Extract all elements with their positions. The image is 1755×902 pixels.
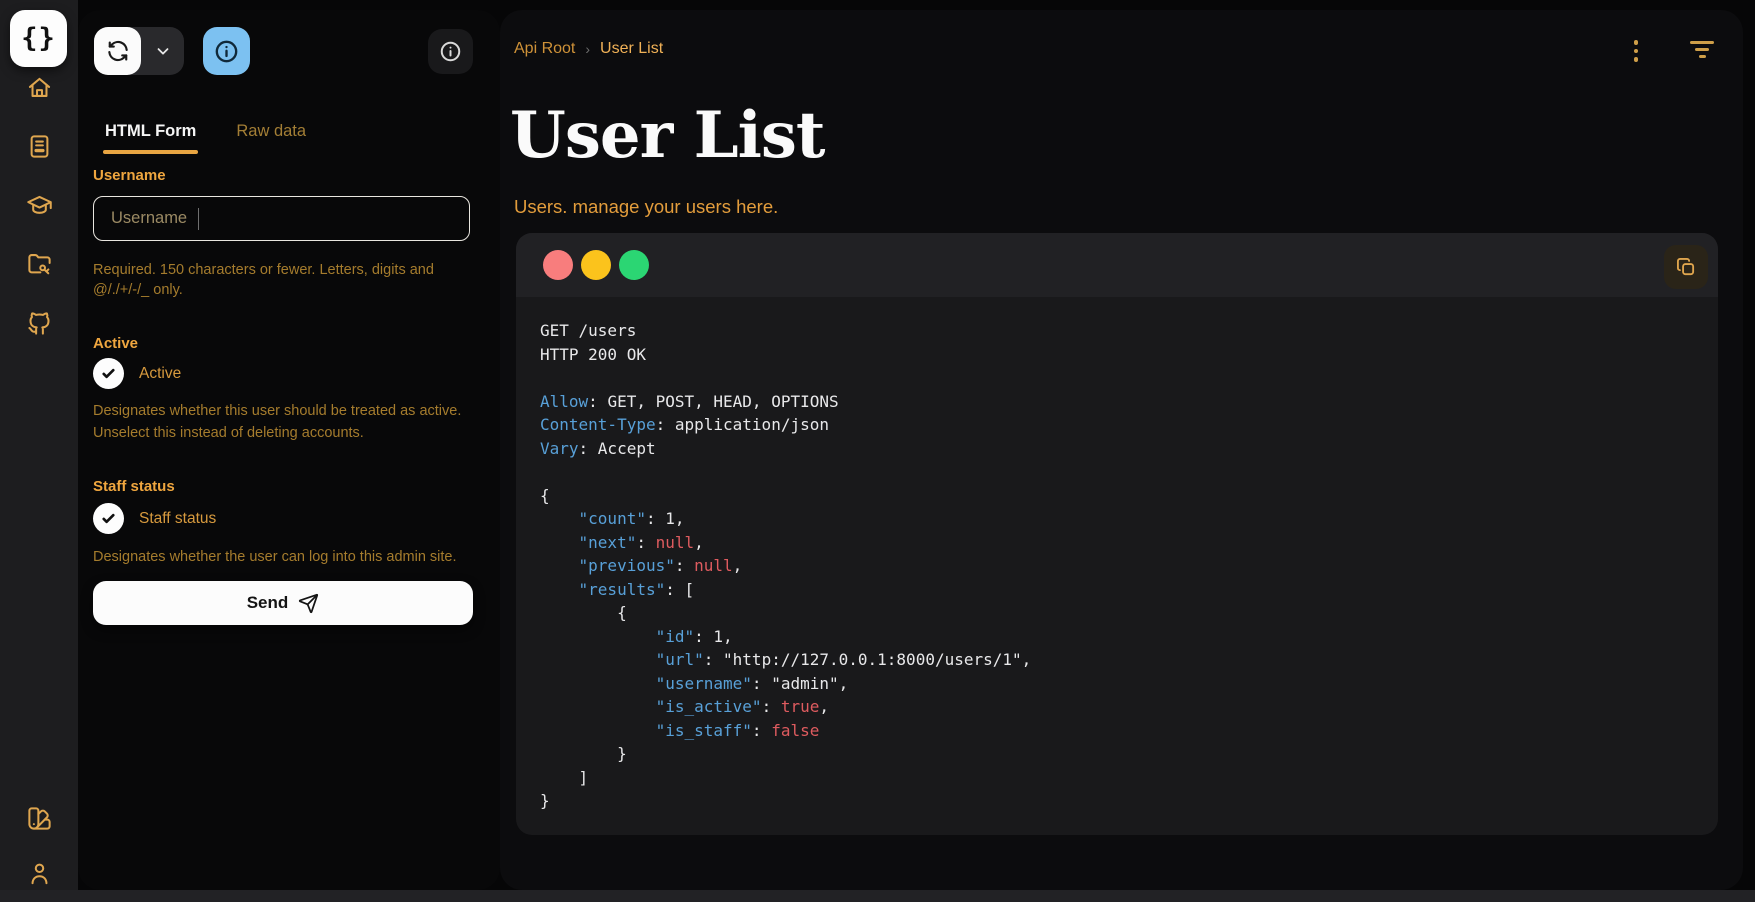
code-line: "next": null, — [540, 531, 1031, 555]
active-checkbox-row[interactable]: Active — [93, 358, 181, 389]
info-badge-icon — [438, 39, 463, 64]
staff-label: Staff status — [93, 478, 175, 495]
form-panel: HTML Form Raw data Username Username Req… — [78, 10, 500, 890]
tab-raw-data[interactable]: Raw data — [236, 122, 306, 141]
active-checkbox[interactable] — [93, 358, 124, 389]
chevron-down-icon — [154, 42, 172, 60]
home-icon — [26, 74, 53, 101]
red-dot — [543, 250, 573, 280]
code-line: Content-Type: application/json — [540, 413, 1031, 437]
swatch-icon — [26, 805, 53, 832]
code-line: { — [540, 601, 1031, 625]
sidebar-item-docs[interactable] — [24, 131, 54, 161]
code-line: } — [540, 742, 1031, 766]
code-line — [540, 460, 1031, 484]
code-line: "url": "http://127.0.0.1:8000/users/1", — [540, 648, 1031, 672]
icon-sidebar: {} — [0, 0, 78, 902]
breadcrumb-user-list[interactable]: User List — [600, 40, 663, 58]
staff-checkbox-row[interactable]: Staff status — [93, 503, 216, 534]
active-tab-indicator — [103, 150, 198, 154]
refresh-button[interactable] — [94, 27, 141, 75]
page-subtitle: Users. manage your users here. — [514, 196, 778, 218]
code-line: { — [540, 484, 1031, 508]
sidebar-item-profile[interactable] — [24, 858, 54, 888]
options-info-button[interactable] — [203, 27, 250, 75]
main-content: Api Root › User List User List Users. ma… — [500, 10, 1743, 890]
copy-button[interactable] — [1664, 245, 1708, 289]
folder-key-icon — [26, 251, 53, 278]
refresh-dropdown-button[interactable] — [141, 27, 184, 75]
rail-footer — [0, 803, 78, 888]
code-line: "id": 1, — [540, 625, 1031, 649]
response-code: GET /usersHTTP 200 OK Allow: GET, POST, … — [540, 319, 1031, 813]
traffic-light-dots — [543, 250, 649, 280]
code-line: HTTP 200 OK — [540, 343, 1031, 367]
rail-nav — [0, 72, 78, 338]
code-line: "previous": null, — [540, 554, 1031, 578]
app-root: {} — [0, 0, 1755, 902]
check-icon — [99, 364, 118, 383]
active-label: Active — [93, 335, 138, 352]
code-line: "username": "admin", — [540, 672, 1031, 696]
active-checkbox-label: Active — [139, 365, 181, 383]
sidebar-item-api-keys[interactable] — [24, 249, 54, 279]
staff-checkbox[interactable] — [93, 503, 124, 534]
staff-checkbox-label: Staff status — [139, 510, 216, 528]
tab-html-form[interactable]: HTML Form — [105, 122, 196, 141]
code-line: ] — [540, 766, 1031, 790]
username-label: Username — [93, 167, 166, 184]
sidebar-item-home[interactable] — [24, 72, 54, 102]
filter-icon[interactable] — [1689, 41, 1715, 61]
breadcrumb-separator-icon: › — [585, 41, 590, 57]
copy-icon — [1675, 256, 1697, 278]
active-help: Designates whether this user should be t… — [93, 400, 475, 444]
app-logo[interactable]: {} — [10, 10, 67, 67]
bottom-strip — [0, 890, 1755, 902]
code-line: Allow: GET, POST, HEAD, OPTIONS — [540, 390, 1031, 414]
code-line: "is_active": true, — [540, 695, 1031, 719]
code-line: "count": 1, — [540, 507, 1031, 531]
send-button[interactable]: Send — [93, 581, 473, 625]
refresh-split-button[interactable] — [94, 27, 184, 75]
github-icon — [26, 310, 53, 337]
yellow-dot — [581, 250, 611, 280]
send-button-label: Send — [247, 593, 289, 613]
sidebar-item-github[interactable] — [24, 308, 54, 338]
notebook-icon — [26, 133, 53, 160]
refresh-icon — [105, 38, 131, 64]
breadcrumb-api-root[interactable]: Api Root — [514, 40, 575, 58]
user-icon — [26, 860, 53, 887]
code-line — [540, 366, 1031, 390]
page-title: User List — [510, 98, 824, 173]
code-line: Vary: Accept — [540, 437, 1031, 461]
send-icon — [298, 593, 319, 614]
form-tabs: HTML Form Raw data — [105, 122, 306, 141]
code-line: "results": [ — [540, 578, 1031, 602]
username-placeholder: Username — [111, 209, 187, 228]
code-line: GET /users — [540, 319, 1031, 343]
info-circle-icon — [213, 38, 240, 65]
sidebar-item-tutorials[interactable] — [24, 190, 54, 220]
text-cursor — [198, 208, 199, 230]
graduation-cap-icon — [26, 192, 53, 219]
username-help: Required. 150 characters or fewer. Lette… — [93, 260, 445, 300]
code-line: "is_staff": false — [540, 719, 1031, 743]
check-icon — [99, 509, 118, 528]
sidebar-item-theme[interactable] — [24, 803, 54, 833]
breadcrumb: Api Root › User List — [514, 40, 663, 58]
terminal-header — [516, 233, 1718, 297]
kebab-menu-icon[interactable] — [1625, 38, 1647, 64]
username-input[interactable]: Username — [93, 196, 470, 241]
response-card: GET /usersHTTP 200 OK Allow: GET, POST, … — [516, 233, 1718, 835]
endpoint-info-button[interactable] — [428, 29, 473, 74]
code-line: } — [540, 789, 1031, 813]
staff-help: Designates whether the user can log into… — [93, 547, 483, 567]
green-dot — [619, 250, 649, 280]
